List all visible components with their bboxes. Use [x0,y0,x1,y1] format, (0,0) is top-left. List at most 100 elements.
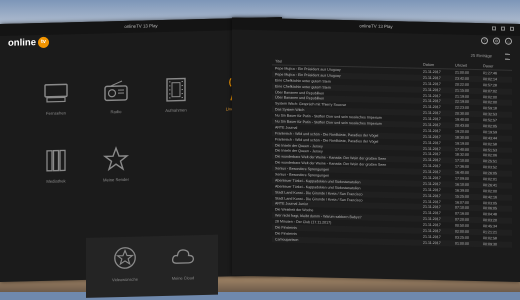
table-cell: 21:19:00 [455,94,483,99]
table-cell: 16:39:00 [455,188,483,193]
panel-label: Meine Cloud [172,275,194,281]
panel-label: Videowünsche [112,277,138,283]
table-cell: 21.11.2017 [423,99,455,104]
table-cell: 21.11.2017 [423,223,455,228]
table-cell: 21.11.2017 [423,111,455,116]
table-cell: 03:25:00 [455,235,483,240]
table-cell: 21.11.2017 [423,199,455,204]
cloud-icon [170,243,196,270]
table-cell: 00:26:41 [483,183,511,188]
table-cell: 21.11.2017 [423,205,455,210]
table-cell: 18:32:00 [455,153,483,158]
tile-star[interactable]: Meine Sender [86,140,146,203]
table-cell: 21.11.2017 [423,70,455,75]
table-cell: 02:00:00 [455,230,483,235]
tile-label: Fernsehen [46,110,66,115]
table-cell: 22:19:00 [455,100,483,105]
table-cell: 21.11.2017 [423,164,455,169]
tile-film[interactable]: Aufnahmen [146,71,206,134]
table-cell: 00:02:01 [483,177,511,182]
logo-text: online [8,37,36,49]
table-cell: 18:30:00 [455,135,483,140]
table-cell: 21.11.2017 [423,182,455,187]
table-cell: 21.11.2017 [423,105,455,110]
tile-label: Meine Sender [103,177,129,183]
tile-tv[interactable]: Fernsehen [26,74,86,137]
table-cell: 15:25:00 [455,194,483,199]
settings-icon[interactable]: ⚙ [493,37,500,44]
table-cell: 21.11.2017 [423,129,455,134]
tv-icon [42,78,70,107]
table-cell: 21.11.2017 [423,170,455,175]
recordings-window: onlineTV 13 Play ? ⚙ ⌂ 25 Einträge Titel… [232,17,520,282]
table-cell: 21.11.2017 [423,76,455,81]
table-cell: 17:40:00 [455,147,483,152]
library-icon [42,146,70,175]
table-cell: 22:23:00 [455,106,483,111]
table-cell: 00:02:58 [483,236,511,241]
table-cell: 16:07:00 [455,200,483,205]
table-cell: 01:00:00 [455,241,483,246]
table-cell: 00:26:05 [483,171,511,176]
column-header-dauer[interactable]: Dauer [483,64,511,69]
maximize-button[interactable] [501,27,505,31]
table-cell: 21.11.2017 [423,123,455,128]
feature-grid: Fernsehen Radio Aufnahmen Livestream Med… [26,69,266,205]
table-cell: 21.11.2017 [423,93,455,98]
table-cell: 19:40:00 [455,118,483,123]
tile-label: Radio [111,109,122,114]
table-cell: 00:50:00 [455,224,483,229]
star-icon [102,145,130,174]
tile-library[interactable]: Mediathek [26,142,86,205]
column-header-uhrzeit[interactable]: Uhrzeit [455,64,483,69]
table-cell: 21:00:00 [455,70,483,75]
table-cell: 00:45:34 [483,224,511,229]
minimize-button[interactable] [492,26,496,30]
table-cell: 00:02:58 [483,142,511,147]
table-cell: 21.11.2017 [423,152,455,157]
table-body: Pepe Mujica - Ein Präsident aus Uruguay2… [272,65,512,247]
column-header-datum[interactable]: Datum [423,63,455,68]
table-cell: 00:03:05 [483,201,511,206]
bottom-panel: Videowünsche Meine Cloud [86,235,218,298]
table-cell: 00:19:59 [483,130,511,135]
table-cell: 21.11.2017 [423,241,455,246]
table-cell: 16:40:00 [455,171,483,176]
table-cell: 21.11.2017 [423,193,455,198]
home-icon[interactable]: ⌂ [505,38,512,45]
recordings-table: TitelDatumUhrzeitDauer Pepe Mujica - Ein… [272,58,512,247]
table-cell: 00:59:18 [483,106,511,111]
table-cell: 00:03:52 [483,165,511,170]
table-cell: 21.11.2017 [423,117,455,122]
table-cell: 21.11.2017 [423,140,455,145]
table-cell: 20:22:00 [455,82,483,87]
table-cell: 00:02:00 [483,189,511,194]
table-cell: 21.11.2017 [423,176,455,181]
help-icon[interactable]: ? [481,37,488,44]
table-cell: 21.11.2017 [423,235,455,240]
table-cell: 00:02:00 [483,101,511,106]
table-cell: 07:10:00 [455,206,483,211]
menu-icon[interactable] [505,54,510,60]
table-cell: 00:03:20 [483,218,511,223]
table-cell: 21.11.2017 [423,158,455,163]
table-cell: 00:43:44 [483,136,511,141]
panel-cloud[interactable]: Meine Cloud [158,243,208,281]
table-cell: 21.11.2017 [423,135,455,140]
table-cell: 00:02:00 [483,95,511,100]
table-cell: 21.11.2017 [423,229,455,234]
tile-label: Aufnahmen [165,107,186,113]
table-cell: 21.11.2017 [423,146,455,151]
table-cell: 00:06:05 [483,207,511,212]
radio-icon [102,77,130,106]
table-cell: 00:09:30 [483,242,511,247]
panel-award-star[interactable]: Videowünsche [100,244,150,282]
table-cell: 21.11.2017 [423,217,455,222]
table-cell: 21.11.2017 [423,188,455,193]
close-button[interactable] [510,27,514,31]
table-cell: 00:02:14 [483,77,511,82]
film-icon [162,75,190,104]
tile-radio[interactable]: Radio [86,72,146,135]
table-cell: 21:15:00 [455,88,483,93]
table-cell: 17:36:00 [455,165,483,170]
